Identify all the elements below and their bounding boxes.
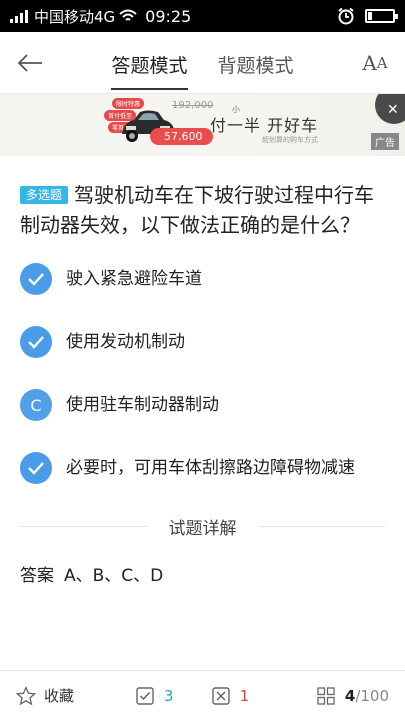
question-progress[interactable]: 4/100	[317, 687, 389, 705]
question-text: 驾驶机动车在下坡行驶过程中行车制动器失效，以下做法正确的是什么？	[20, 183, 375, 237]
alarm-icon	[338, 7, 354, 25]
font-size-icon-small: A	[376, 53, 388, 72]
grid-icon	[317, 686, 335, 705]
top-nav: 答题模式 背题模式 AA	[0, 32, 405, 94]
option-text: 使用驻车制动器制动	[66, 395, 219, 415]
answer-value: A、B、C、D	[64, 566, 164, 586]
answer-key: 答案	[20, 566, 54, 586]
star-icon	[16, 685, 36, 705]
ad-subtitle: 超划算的购车方式	[262, 136, 318, 144]
right-count[interactable]: 3	[136, 687, 174, 705]
option-d[interactable]: 必要时，可用车体刮擦路边障碍物减速	[0, 451, 405, 484]
current-question: 4	[344, 686, 356, 705]
option-text: 驶入紧急避险车道	[66, 269, 202, 289]
favorite-button[interactable]: 收藏	[16, 685, 74, 706]
question-type-badge: 多选题	[20, 186, 69, 204]
ad-banner[interactable]: 限时特惠 首付低至 零首付 192,000 57,600 付一半 开好车小 超划…	[0, 94, 405, 156]
ad-title-small: 小	[232, 105, 241, 114]
font-size-icon-big: A	[362, 50, 377, 75]
tab-recite-mode[interactable]: 背题模式	[218, 32, 294, 94]
detail-divider: 试题详解	[0, 514, 405, 539]
check-icon	[20, 263, 52, 295]
ad-label: 广告	[371, 133, 399, 150]
favorite-label: 收藏	[44, 687, 75, 705]
option-letter-c: C	[20, 389, 52, 421]
option-c[interactable]: C 使用驻车制动器制动	[0, 388, 405, 421]
mode-tabs: 答题模式 背题模式	[60, 32, 345, 94]
ad-close-button[interactable]: ✕	[375, 94, 405, 124]
signal-icon	[10, 9, 28, 23]
divider-line	[20, 526, 147, 527]
question: 多选题 驾驶机动车在下坡行驶过程中行车制动器失效，以下做法正确的是什么？	[0, 156, 405, 240]
divider-line	[258, 526, 385, 527]
ad-new-price: 57,600	[150, 128, 213, 145]
ad-title: 付一半 开好车 小	[210, 105, 319, 136]
back-button[interactable]	[0, 32, 60, 94]
check-icon	[20, 452, 52, 484]
clock: 09:25	[145, 6, 192, 26]
bottom-bar: 收藏 3 1 4/100	[0, 670, 405, 720]
options-list: 驶入紧急避险车道 使用发动机制动 C 使用驻车制动器制动 必要时，可用车体刮擦路…	[0, 262, 405, 484]
ad-old-price: 192,000	[172, 100, 214, 111]
status-bar: 中国移动4G 09:25	[0, 0, 405, 32]
carrier-label: 中国移动4G	[34, 7, 116, 26]
battery-icon	[365, 9, 398, 23]
option-text: 使用发动机制动	[66, 332, 185, 352]
option-b[interactable]: 使用发动机制动	[0, 325, 405, 358]
wrong-box-icon	[211, 686, 230, 705]
wifi-icon	[119, 9, 137, 21]
check-icon	[20, 326, 52, 358]
back-arrow-icon	[17, 53, 42, 72]
font-size-button[interactable]: AA	[345, 32, 405, 94]
ad-title-text: 付一半 开好车	[210, 116, 319, 135]
option-a[interactable]: 驶入紧急避险车道	[0, 262, 405, 295]
wrong-count-value: 1	[239, 686, 250, 705]
right-count-value: 3	[164, 686, 174, 705]
option-text: 必要时，可用车体刮擦路边障碍物减速	[66, 458, 355, 478]
right-box-icon	[136, 686, 154, 705]
total-questions: /100	[355, 686, 389, 705]
wrong-count[interactable]: 1	[211, 686, 250, 705]
detail-label: 试题详解	[168, 519, 237, 539]
tab-answer-mode[interactable]: 答题模式	[111, 32, 188, 94]
close-icon: ✕	[387, 102, 399, 118]
answer-row: 答案 A、B、C、D	[0, 539, 405, 586]
